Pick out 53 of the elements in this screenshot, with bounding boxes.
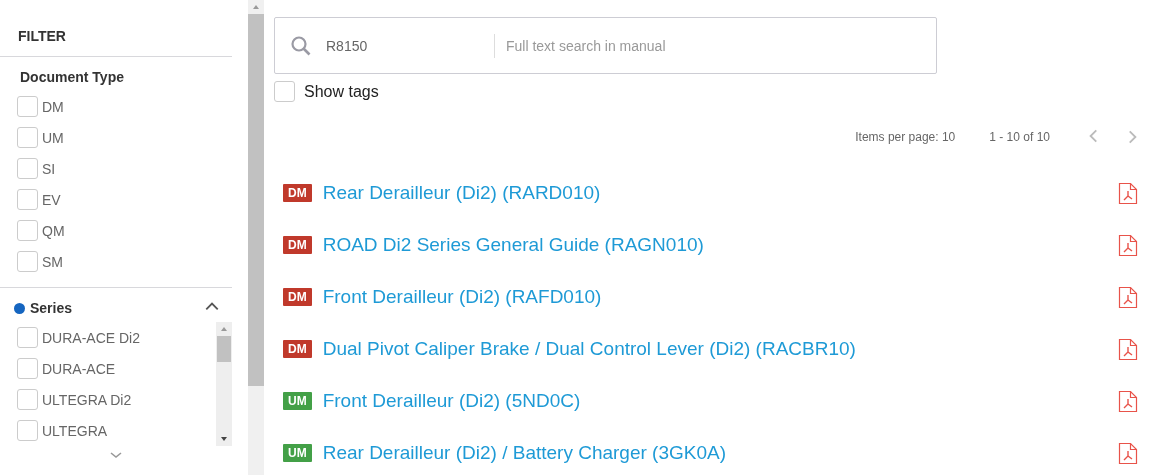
scrollbar-thumb[interactable] [248, 14, 264, 386]
document-type-tag: DM [283, 288, 312, 306]
pdf-icon[interactable] [1118, 233, 1138, 257]
pdf-icon[interactable] [1118, 285, 1138, 309]
document-link[interactable]: ROAD Di2 Series General Guide (RAGN010) [322, 234, 1118, 256]
pdf-icon[interactable] [1118, 389, 1138, 413]
pdf-icon[interactable] [1118, 337, 1138, 361]
filter-checkbox[interactable] [17, 389, 38, 410]
filter-checkbox[interactable] [17, 220, 38, 241]
list-scrollbar[interactable] [216, 322, 232, 446]
fulltext-placeholder[interactable]: Full text search in manual [506, 37, 666, 54]
document-type-tag: UM [283, 444, 312, 462]
filter-checkbox[interactable] [17, 96, 38, 117]
page-range: 1 - 10 of 10 [989, 130, 1050, 144]
filter-option-label: QM [42, 222, 65, 239]
document-link[interactable]: Dual Pivot Caliper Brake / Dual Control Lever (Di2) (RACBR10) [322, 338, 1118, 360]
search-value: R8150 [326, 37, 369, 54]
search-field[interactable]: R8150 Full text search in manual [274, 17, 937, 74]
filter-option-label: ULTEGRA [42, 422, 108, 439]
filter-checkbox[interactable] [17, 189, 38, 210]
document-link[interactable]: Rear Derailleur (Di2) / Battery Charger (3GK0A) [322, 442, 1118, 464]
filter-checkbox[interactable] [17, 358, 38, 379]
filter-section-title: Series [30, 300, 73, 316]
filter-option-label: DURA-ACE [42, 360, 116, 377]
document-type-tag: DM [283, 184, 312, 202]
filter-heading: FILTER [17, 27, 67, 46]
document-link[interactable]: Front Derailleur (Di2) (RAFD010) [322, 286, 1118, 308]
filter-section-title: Document Type [20, 69, 124, 85]
scrollbar-thumb[interactable] [217, 336, 231, 362]
pdf-icon[interactable] [1118, 181, 1138, 205]
filter-checkbox[interactable] [17, 158, 38, 179]
document-type-tag: DM [283, 340, 312, 358]
filter-option-label: DM [42, 98, 64, 115]
show-tags-label: Show tags [304, 82, 379, 101]
pdf-icon[interactable] [1118, 441, 1138, 465]
filter-option-label: EV [42, 191, 61, 208]
filter-option-label: UM [42, 129, 64, 146]
filter-option-label: ULTEGRA Di2 [42, 391, 132, 408]
filter-checkbox[interactable] [17, 127, 38, 148]
document-link[interactable]: Front Derailleur (Di2) (5ND0C) [322, 390, 1118, 412]
document-type-tag: DM [283, 236, 312, 254]
filter-checkbox[interactable] [17, 420, 38, 441]
filter-checkbox[interactable] [17, 251, 38, 272]
filter-option-label: SI [42, 160, 56, 177]
filter-option-label: DURA-ACE Di2 [42, 329, 140, 346]
items-per-page[interactable]: Items per page: 10 [855, 130, 956, 144]
filter-option-label: SM [42, 253, 63, 270]
search-icon [290, 34, 312, 57]
page-scrollbar[interactable] [248, 0, 264, 475]
document-link[interactable]: Rear Derailleur (Di2) (RARD010) [322, 182, 1118, 204]
show-tags-checkbox[interactable] [274, 81, 295, 102]
filter-checkbox[interactable] [17, 327, 38, 348]
document-type-tag: UM [283, 392, 312, 410]
